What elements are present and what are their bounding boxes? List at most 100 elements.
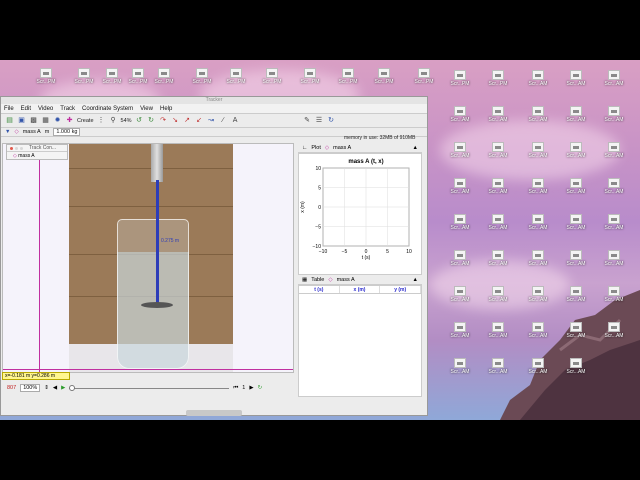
- desktop-file-icon[interactable]: Scr...AM: [524, 358, 552, 375]
- desktop-file-icon[interactable]: Scr...AM: [562, 178, 590, 195]
- clip-settings-icon[interactable]: ▦: [41, 116, 50, 125]
- mass-field[interactable]: 1.000 kg: [53, 128, 81, 136]
- desktop-file-icon[interactable]: Scr...AM: [524, 286, 552, 303]
- window-resize-grip[interactable]: [186, 410, 242, 416]
- desktop-file-icon[interactable]: Scr...PM: [410, 68, 438, 85]
- desktop-file-icon[interactable]: Scr...PM: [446, 70, 474, 87]
- desktop-file-icon[interactable]: Scr...PM: [32, 68, 60, 85]
- path-icon[interactable]: ↷: [159, 116, 168, 125]
- desktop-file-icon[interactable]: Scr...AM: [446, 358, 474, 375]
- zoom-icon[interactable]: ⚲: [109, 116, 118, 125]
- menu-video[interactable]: Video: [38, 106, 53, 112]
- pencil-icon[interactable]: ✎: [303, 116, 312, 125]
- desktop-file-icon[interactable]: Scr...AM: [600, 178, 628, 195]
- menu-help[interactable]: Help: [160, 106, 172, 112]
- desktop-file-label: Scr...AM: [566, 117, 586, 123]
- desktop-file-icon[interactable]: Scr...AM: [484, 358, 512, 375]
- desktop-file-icon[interactable]: Scr...PM: [334, 68, 362, 85]
- desktop-file-icon[interactable]: Scr...PM: [258, 68, 286, 85]
- desktop-file-icon[interactable]: Scr...AM: [562, 70, 590, 87]
- trail-icon[interactable]: ↺: [135, 116, 144, 125]
- menu-track[interactable]: Track: [60, 106, 75, 112]
- desktop-file-icon[interactable]: Scr...AM: [524, 178, 552, 195]
- desktop-file-label: Scr...AM: [450, 297, 470, 303]
- desktop-file-icon[interactable]: Scr...PM: [98, 68, 126, 85]
- desktop-file-icon[interactable]: Scr...AM: [446, 286, 474, 303]
- label-icon[interactable]: ↻: [147, 116, 156, 125]
- desktop-file-icon[interactable]: Scr...PM: [124, 68, 152, 85]
- open-video-icon[interactable]: ▩: [29, 116, 38, 125]
- desktop-file-icon[interactable]: Scr...AM: [484, 142, 512, 159]
- desktop-file-icon[interactable]: Scr...AM: [562, 286, 590, 303]
- track-name[interactable]: mass A: [23, 129, 41, 135]
- desktop-file-icon[interactable]: Scr...AM: [600, 322, 628, 339]
- menu-edit[interactable]: Edit: [21, 106, 31, 112]
- desktop-file-label: Scr...AM: [604, 225, 624, 231]
- desktop-file-label: Scr...PM: [338, 79, 358, 85]
- save-icon[interactable]: ▣: [17, 116, 26, 125]
- open-icon[interactable]: ▤: [5, 116, 14, 125]
- file-icon: [532, 286, 544, 296]
- desktop-file-icon[interactable]: Scr...AM: [446, 142, 474, 159]
- desktop-file-icon[interactable]: Scr...PM: [222, 68, 250, 85]
- zoom-level[interactable]: 54%: [121, 118, 132, 124]
- desktop-file-icon[interactable]: Scr...AM: [524, 106, 552, 123]
- text-tool-icon[interactable]: A: [231, 116, 240, 125]
- desktop-file-icon[interactable]: Scr...AM: [484, 106, 512, 123]
- desktop-file-icon[interactable]: Scr...AM: [562, 214, 590, 231]
- desktop-file-icon[interactable]: Scr...AM: [484, 322, 512, 339]
- filter-icon[interactable]: ▼: [5, 129, 10, 135]
- desktop-file-icon[interactable]: Scr...PM: [484, 70, 512, 87]
- desktop-file-icon[interactable]: Scr...PM: [296, 68, 324, 85]
- desktop-file-icon[interactable]: Scr...PM: [370, 68, 398, 85]
- velocity-icon[interactable]: ↗: [183, 116, 192, 125]
- draw-icon[interactable]: ∕: [219, 116, 228, 125]
- desktop-file-icon[interactable]: Scr...AM: [484, 214, 512, 231]
- desktop-file-icon[interactable]: Scr...AM: [446, 322, 474, 339]
- position-icon[interactable]: ↘: [171, 116, 180, 125]
- footprint-icon[interactable]: ⋮: [97, 116, 106, 125]
- create-button[interactable]: Create: [77, 118, 94, 124]
- desktop-file-icon[interactable]: Scr...AM: [562, 106, 590, 123]
- desktop-file-icon[interactable]: Scr...AM: [600, 106, 628, 123]
- notes-icon[interactable]: ☰: [315, 116, 324, 125]
- file-icon: [608, 178, 620, 188]
- desktop-file-icon[interactable]: Scr...PM: [188, 68, 216, 85]
- calibration-icon[interactable]: ✹: [53, 116, 62, 125]
- axes-icon[interactable]: ✚: [65, 116, 74, 125]
- desktop-file-icon[interactable]: Scr...AM: [524, 214, 552, 231]
- desktop-file-icon[interactable]: Scr...AM: [562, 142, 590, 159]
- menu-coordinate-system[interactable]: Coordinate System: [82, 106, 133, 112]
- desktop-file-icon[interactable]: Scr...AM: [484, 178, 512, 195]
- desktop-file-icon[interactable]: Scr...AM: [524, 322, 552, 339]
- desktop-file-icon[interactable]: Scr...AM: [600, 286, 628, 303]
- desktop-file-icon[interactable]: Scr...AM: [524, 142, 552, 159]
- desktop-file-icon[interactable]: Scr...PM: [70, 68, 98, 85]
- desktop-file-icon[interactable]: Scr...PM: [150, 68, 178, 85]
- xmass-icon[interactable]: ↝: [207, 116, 216, 125]
- desktop-file-icon[interactable]: Scr...AM: [446, 106, 474, 123]
- menu-file[interactable]: File: [4, 106, 14, 112]
- desktop-file-icon[interactable]: Scr...AM: [484, 286, 512, 303]
- desktop-file-icon[interactable]: Scr...AM: [446, 178, 474, 195]
- desktop-file-icon[interactable]: Scr...AM: [524, 250, 552, 267]
- desktop-file-label: Scr...AM: [450, 261, 470, 267]
- menu-view[interactable]: View: [140, 106, 153, 112]
- desktop-file-label: Scr...AM: [528, 153, 548, 159]
- desktop-file-label: Scr...AM: [488, 225, 508, 231]
- desktop-file-icon[interactable]: Scr...AM: [600, 142, 628, 159]
- desktop-file-label: Scr...AM: [604, 189, 624, 195]
- desktop-file-icon[interactable]: Scr...AM: [600, 214, 628, 231]
- desktop-file-icon[interactable]: Scr...AM: [524, 70, 552, 87]
- refresh-icon[interactable]: ↻: [327, 116, 336, 125]
- desktop-file-icon[interactable]: Scr...AM: [446, 250, 474, 267]
- desktop-file-icon[interactable]: Scr...AM: [446, 214, 474, 231]
- desktop-file-icon[interactable]: Scr...AM: [600, 250, 628, 267]
- desktop-file-icon[interactable]: Scr...AM: [600, 70, 628, 87]
- desktop-file-icon[interactable]: Scr...AM: [562, 322, 590, 339]
- desktop-file-icon[interactable]: Scr...AM: [562, 250, 590, 267]
- acceleration-icon[interactable]: ↙: [195, 116, 204, 125]
- desktop-file-icon[interactable]: Scr...AM: [484, 250, 512, 267]
- desktop-file-icon[interactable]: Scr...AM: [562, 358, 590, 375]
- desktop-file-label: Scr...AM: [604, 117, 624, 123]
